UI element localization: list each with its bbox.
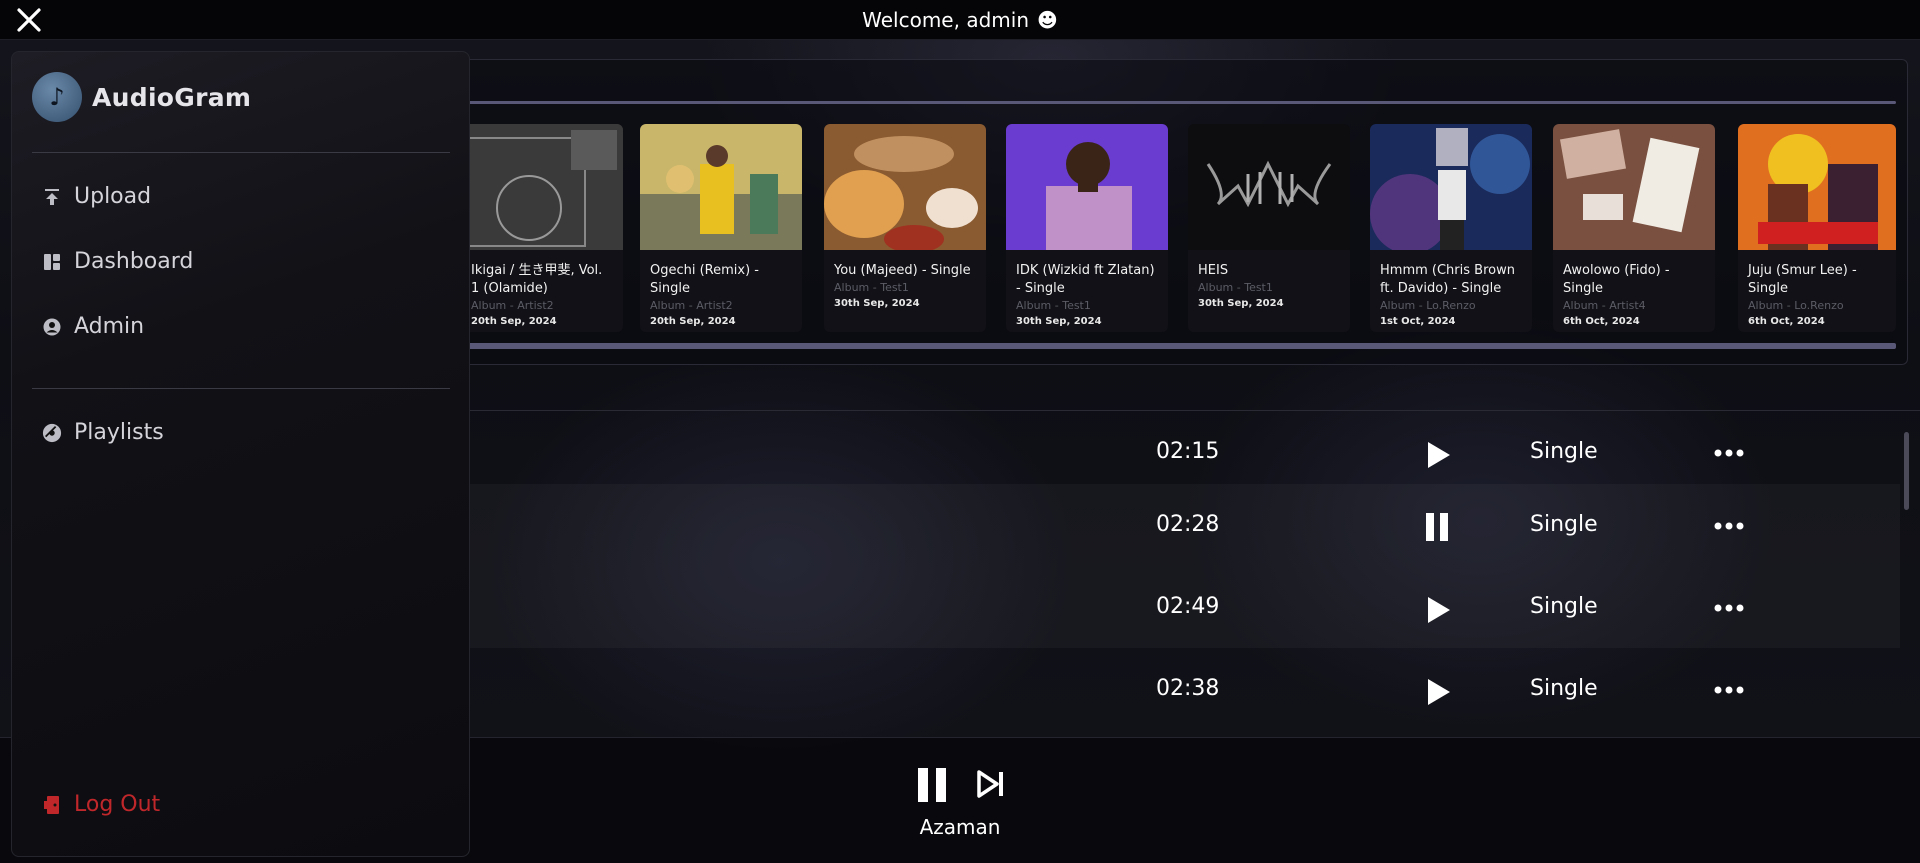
play-icon[interactable] — [1420, 593, 1454, 627]
card-title: You (Majeed) - Single — [834, 263, 971, 278]
card-date: 30th Sep, 2024 — [834, 298, 920, 309]
more-options-icon[interactable] — [1712, 516, 1746, 536]
card-date: 30th Sep, 2024 — [1016, 316, 1102, 327]
carousel-rail-top — [458, 101, 1896, 104]
release-card[interactable]: Awolowo (Fido) - Single Album - Artist4 … — [1553, 124, 1715, 332]
carousel-scrollbar[interactable] — [458, 343, 1896, 349]
sidebar-item-playlists[interactable]: Playlists — [42, 420, 164, 445]
card-title: HEIS — [1198, 263, 1229, 278]
user-circle-icon — [42, 317, 62, 337]
sidebar-item-label: Playlists — [74, 420, 164, 445]
track-list-scrollbar[interactable] — [1904, 432, 1909, 510]
card-date: 6th Oct, 2024 — [1748, 316, 1825, 327]
sidebar-item-upload[interactable]: Upload — [42, 184, 151, 209]
release-card[interactable]: Hmmm (Chris Brown ft. Davido) - Single A… — [1370, 124, 1532, 332]
card-subtitle: Album - Test1 — [1198, 281, 1273, 294]
release-card[interactable]: Ikigai / 生き甲斐, Vol. 1 (Olamide) Album - … — [461, 124, 623, 332]
dashboard-icon — [42, 252, 62, 272]
track-duration: 02:28 — [1156, 512, 1220, 537]
music-note-icon: ♪ — [32, 72, 82, 122]
album-cover — [1188, 124, 1350, 250]
album-cover — [1370, 124, 1532, 254]
upload-icon — [42, 187, 62, 207]
album-cover — [1553, 124, 1715, 250]
play-icon[interactable] — [1420, 675, 1454, 709]
logout-button[interactable]: Log Out — [42, 792, 160, 817]
more-options-icon[interactable] — [1712, 598, 1746, 618]
skip-next-icon[interactable] — [976, 768, 1006, 800]
top-bar: Welcome, admin ☻ — [0, 0, 1920, 40]
sidebar-divider — [32, 388, 450, 389]
track-row[interactable]: 02:15 Single — [460, 413, 1900, 495]
welcome-message: Welcome, admin ☻ — [0, 8, 1920, 32]
sidebar-divider — [32, 152, 450, 153]
card-date: 6th Oct, 2024 — [1563, 316, 1640, 327]
sidebar: ♪ AudioGram Upload Dashboard Admin Playl… — [11, 51, 470, 857]
sidebar-item-label: Admin — [74, 314, 145, 339]
track-row[interactable]: 02:28 Single — [460, 484, 1900, 566]
track-duration: 02:38 — [1156, 676, 1220, 701]
card-date: 30th Sep, 2024 — [1198, 298, 1284, 309]
sidebar-item-label: Dashboard — [74, 249, 194, 274]
release-card[interactable]: You (Majeed) - Single Album - Test1 30th… — [824, 124, 986, 332]
card-date: 20th Sep, 2024 — [471, 316, 557, 327]
track-row[interactable]: 02:49 Single — [460, 566, 1900, 648]
card-date: 1st Oct, 2024 — [1380, 316, 1456, 327]
card-date: 20th Sep, 2024 — [650, 316, 736, 327]
card-subtitle: Album - Artist2 — [471, 299, 554, 312]
app-name: AudioGram — [92, 82, 252, 112]
release-card[interactable]: Juju (Smur Lee) - Single Album - Lo.Renz… — [1738, 124, 1896, 332]
track-type: Single — [1530, 676, 1598, 701]
disc-icon — [42, 423, 62, 443]
logout-icon — [42, 795, 62, 815]
sidebar-item-dashboard[interactable]: Dashboard — [42, 249, 193, 274]
pause-icon[interactable] — [916, 766, 948, 804]
card-title: IDK (Wizkid ft Zlatan) - Single — [1016, 263, 1155, 296]
app-logo[interactable]: ♪ AudioGram — [32, 72, 251, 122]
card-title: Awolowo (Fido) - Single — [1563, 263, 1670, 296]
card-subtitle: Album - Artist4 — [1563, 299, 1646, 312]
play-icon[interactable] — [1420, 438, 1454, 472]
sidebar-item-label: Upload — [74, 184, 152, 209]
track-type: Single — [1530, 439, 1598, 464]
card-subtitle: Album - Lo.Renzo — [1748, 299, 1844, 312]
card-title: Hmmm (Chris Brown ft. Davido) - Single — [1380, 263, 1515, 296]
album-cover — [461, 124, 623, 250]
track-duration: 02:49 — [1156, 594, 1220, 619]
card-subtitle: Album - Artist2 — [650, 299, 733, 312]
list-divider — [460, 410, 1920, 411]
logout-label: Log Out — [74, 792, 161, 817]
card-subtitle: Album - Test1 — [1016, 299, 1091, 312]
track-type: Single — [1530, 512, 1598, 537]
release-card[interactable]: HEIS Album - Test1 30th Sep, 2024 — [1188, 124, 1350, 332]
card-title: Ogechi (Remix) - Single — [650, 263, 759, 296]
track-duration: 02:15 — [1156, 439, 1220, 464]
release-card[interactable]: Ogechi (Remix) - Single Album - Artist2 … — [640, 124, 802, 332]
album-cover — [1006, 124, 1168, 250]
card-title: Ikigai / 生き甲斐, Vol. 1 (Olamide) — [471, 263, 603, 296]
more-options-icon[interactable] — [1712, 680, 1746, 700]
pause-icon[interactable] — [1420, 510, 1454, 544]
card-title: Juju (Smur Lee) - Single — [1748, 263, 1857, 296]
more-options-icon[interactable] — [1712, 443, 1746, 463]
track-type: Single — [1530, 594, 1598, 619]
welcome-text: Welcome, admin — [862, 8, 1029, 32]
smile-icon: ☻ — [1037, 8, 1058, 32]
card-subtitle: Album - Lo.Renzo — [1380, 299, 1476, 312]
album-cover — [1738, 124, 1896, 250]
sidebar-item-admin[interactable]: Admin — [42, 314, 144, 339]
release-card[interactable]: IDK (Wizkid ft Zlatan) - Single Album - … — [1006, 124, 1168, 332]
album-cover — [640, 124, 802, 250]
album-cover — [824, 124, 986, 253]
card-subtitle: Album - Test1 — [834, 281, 909, 294]
track-row[interactable]: 02:38 Single — [460, 648, 1900, 730]
